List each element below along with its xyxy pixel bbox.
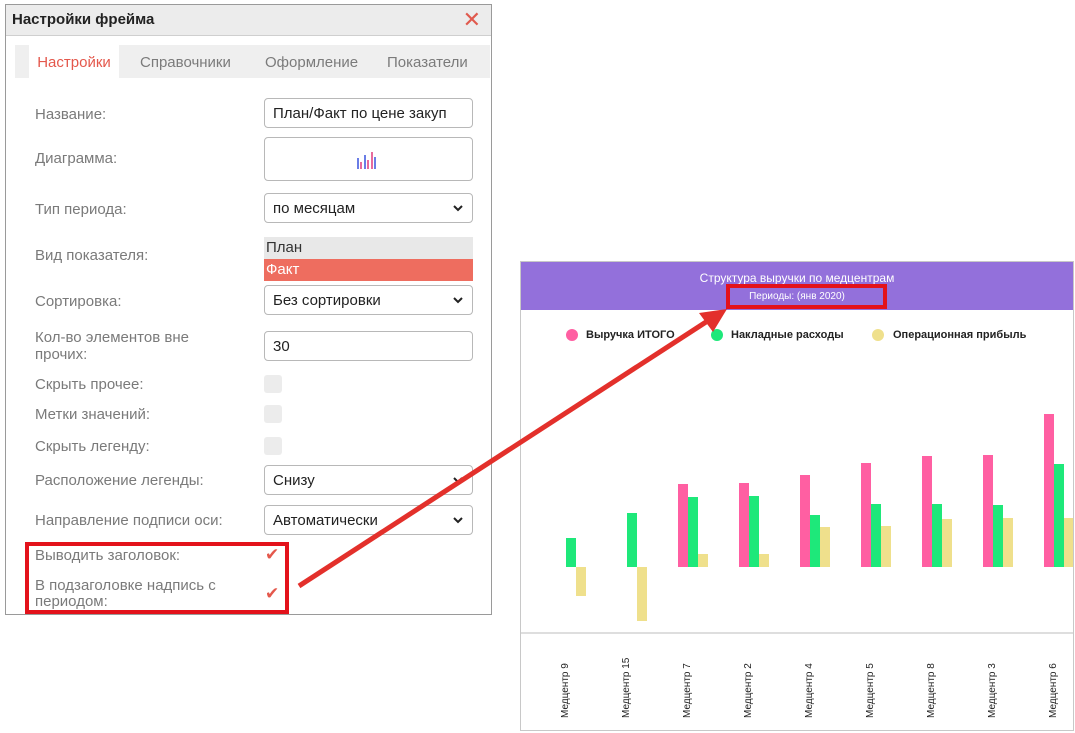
- tab-references[interactable]: Справочники: [140, 45, 231, 78]
- value-labels-label: Метки значений:: [35, 406, 151, 423]
- x-tick-label: Медцентр 15: [621, 657, 632, 718]
- hide-legend-label: Скрыть легенду:: [35, 438, 150, 455]
- count-input[interactable]: 30: [264, 331, 473, 361]
- bar-revenue-3: [678, 484, 688, 567]
- bar-profit-7: [942, 519, 952, 567]
- indicator-listbox[interactable]: План Факт: [264, 237, 473, 281]
- count-value: 30: [273, 338, 290, 355]
- chevron-down-icon: [453, 205, 463, 212]
- bar-overhead-4: [749, 496, 759, 567]
- bar-overhead-6: [871, 504, 881, 567]
- bar-overhead-5: [810, 515, 820, 567]
- sort-label: Сортировка:: [35, 293, 122, 310]
- bar-overhead-9: [1054, 464, 1064, 567]
- bar-overhead-7: [932, 504, 942, 567]
- chart-title: Структура выручки по медцентрам: [699, 271, 895, 285]
- name-input[interactable]: План/Факт по цене закуп: [264, 98, 473, 128]
- legend-position-label: Расположение легенды:: [35, 472, 204, 489]
- bar-plot: Медцентр 9 Медцентр 15 Медцентр 7 Медцентр …: [521, 414, 1073, 718]
- indicator-option-plan[interactable]: План: [264, 237, 473, 259]
- dialog-header: Настройки фрейма ✕: [6, 5, 491, 36]
- chart-type-picker[interactable]: [264, 137, 473, 181]
- bar-revenue-5: [800, 475, 810, 567]
- close-icon[interactable]: ✕: [463, 5, 481, 35]
- tab-settings[interactable]: Настройки: [29, 45, 119, 78]
- x-tick-label: Медцентр 7: [682, 663, 693, 718]
- highlight-box-subtitle: [726, 284, 887, 309]
- hide-other-checkbox[interactable]: [264, 375, 282, 393]
- x-tick-label: Медцентр 5: [865, 663, 876, 718]
- chart-panel: Структура выручки по медцентрам Периоды:…: [520, 261, 1074, 731]
- tab-appearance[interactable]: Оформление: [265, 45, 358, 78]
- name-label: Название:: [35, 106, 107, 123]
- hide-legend-checkbox[interactable]: [264, 437, 282, 455]
- frame-settings-dialog: Настройки фрейма ✕ Настройки Справочники…: [5, 4, 492, 615]
- count-label-line2: прочих:: [35, 346, 88, 363]
- bar-overhead-2: [627, 513, 637, 567]
- bar-chart-icon: [357, 152, 376, 169]
- axis-direction-label: Направление подписи оси:: [35, 512, 223, 529]
- bar-profit-3: [698, 554, 708, 567]
- bar-overhead-8: [993, 505, 1003, 567]
- chart-label: Диаграмма:: [35, 150, 118, 167]
- period-type-select[interactable]: по месяцам: [264, 193, 473, 223]
- bar-profit-2: [637, 567, 647, 621]
- dialog-title: Настройки фрейма: [12, 11, 155, 28]
- chevron-down-icon: [453, 297, 463, 304]
- tab-indicators[interactable]: Показатели: [387, 45, 468, 78]
- tab-bar: Настройки Справочники Оформление Показат…: [15, 45, 490, 78]
- count-label-line1: Кол-во элементов вне: [35, 329, 189, 346]
- indicator-label: Вид показателя:: [35, 247, 149, 264]
- bar-profit-1: [576, 567, 586, 596]
- chevron-down-icon: [453, 517, 463, 524]
- x-tick-label: Медцентр 9: [560, 663, 571, 718]
- highlight-box-options: [25, 542, 289, 614]
- bar-profit-5: [820, 527, 830, 567]
- bar-revenue-4: [739, 483, 749, 567]
- axis-direction-value: Автоматически: [273, 512, 378, 529]
- name-value: План/Факт по цене закуп: [273, 105, 447, 122]
- bar-profit-6: [881, 526, 891, 567]
- bar-profit-8: [1003, 518, 1013, 567]
- hide-other-label: Скрыть прочее:: [35, 376, 144, 393]
- bar-revenue-8: [983, 455, 993, 567]
- axis-direction-select[interactable]: Автоматически: [264, 505, 473, 535]
- value-labels-checkbox[interactable]: [264, 405, 282, 423]
- x-tick-label: Медцентр 3: [987, 663, 998, 718]
- bar-overhead-1: [566, 538, 576, 567]
- period-type-value: по месяцам: [273, 200, 356, 217]
- bar-revenue-7: [922, 456, 932, 567]
- legend-position-select[interactable]: Снизу: [264, 465, 473, 495]
- bar-profit-9: [1064, 518, 1073, 567]
- sort-select[interactable]: Без сортировки: [264, 285, 473, 315]
- indicator-option-fact[interactable]: Факт: [264, 259, 473, 281]
- x-tick-label: Медцентр 4: [804, 663, 815, 718]
- bar-overhead-3: [688, 497, 698, 567]
- bar-profit-4: [759, 554, 769, 567]
- legend-position-value: Снизу: [273, 472, 315, 489]
- period-type-label: Тип периода:: [35, 201, 127, 218]
- bar-revenue-9: [1044, 414, 1054, 567]
- sort-value: Без сортировки: [273, 292, 381, 309]
- bar-revenue-6: [861, 463, 871, 567]
- chevron-down-icon: [453, 477, 463, 484]
- x-tick-label: Медцентр 2: [743, 663, 754, 718]
- x-tick-label: Медцентр 6: [1048, 663, 1059, 718]
- x-tick-label: Медцентр 8: [926, 663, 937, 718]
